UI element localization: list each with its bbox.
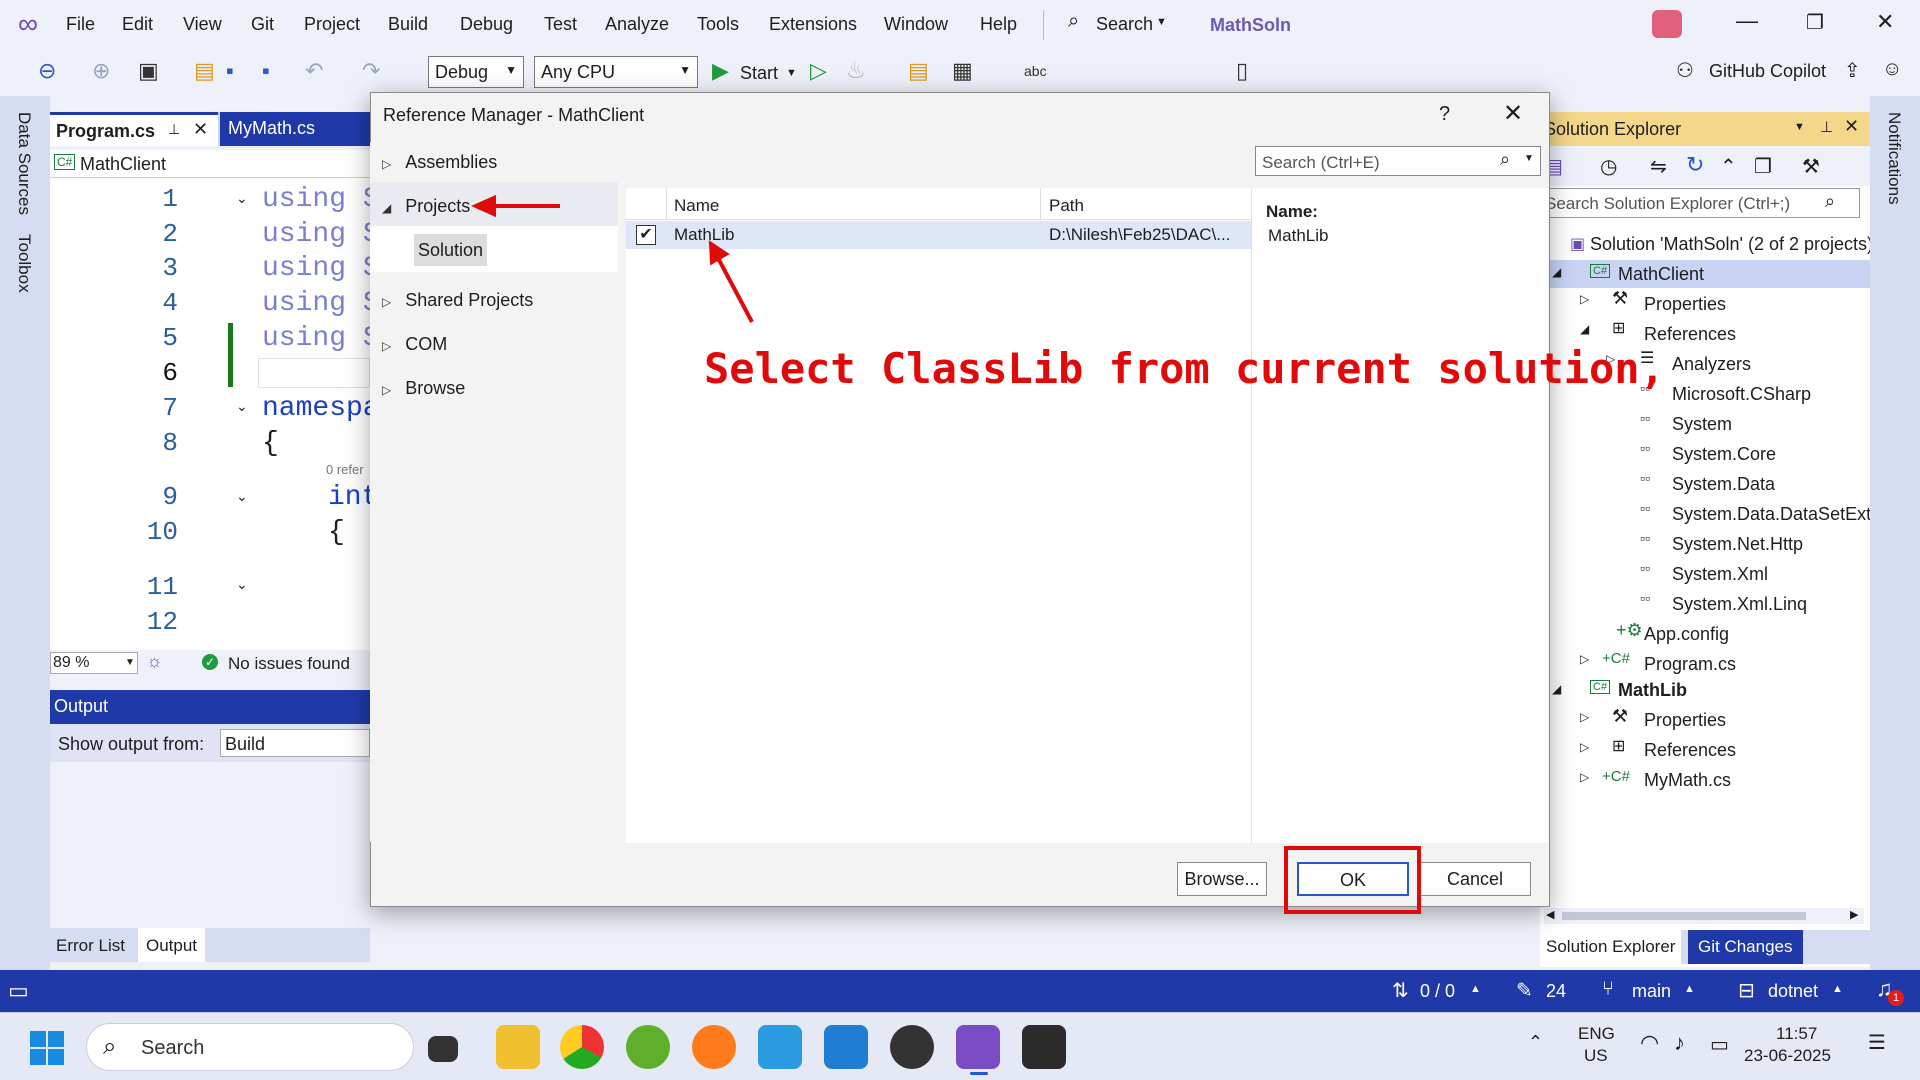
chrome-icon[interactable] <box>560 1025 604 1069</box>
file-explorer-icon[interactable] <box>496 1025 540 1069</box>
start-tile <box>30 1031 46 1047</box>
arrow-to-projects <box>471 194 560 218</box>
chevron-up-icon[interactable]: ▲ <box>1832 983 1843 995</box>
start-tile <box>30 1049 46 1065</box>
sync-arrows-icon: ⇅ <box>1392 980 1409 1002</box>
windows-start-icon[interactable] <box>30 1031 64 1065</box>
snipping-tool-icon[interactable] <box>890 1025 934 1069</box>
taskbar-search[interactable]: ⌕ Search <box>86 1023 414 1071</box>
pencil-icon: ✎ <box>1516 980 1533 1002</box>
volume-icon[interactable]: ♪ <box>1674 1030 1685 1056</box>
ok-button-highlight <box>1284 846 1421 914</box>
annotation-overlay <box>471 194 1421 914</box>
start-tile <box>48 1031 64 1047</box>
annotation-text: Select ClassLib from current solution, <box>704 344 1665 393</box>
start-tile <box>48 1049 64 1065</box>
pending-edits[interactable]: 24 <box>1546 981 1566 1002</box>
clock-date[interactable]: 23-06-2025 <box>1744 1046 1831 1066</box>
arrow-to-mathlib <box>708 240 754 323</box>
tray-overflow-icon[interactable]: ⌃ <box>1528 1032 1543 1053</box>
terminal-icon[interactable] <box>1022 1025 1066 1069</box>
search-icon: ⌕ <box>103 1033 117 1060</box>
repo-name[interactable]: dotnet <box>1768 981 1818 1002</box>
spring-tools-icon[interactable] <box>626 1025 670 1069</box>
language-line-2[interactable]: US <box>1584 1046 1608 1066</box>
taskbar-search-label: Search <box>141 1037 205 1059</box>
branch-icon: ⑂ <box>1602 978 1614 1000</box>
notification-center-icon[interactable]: ☰ <box>1868 1030 1886 1055</box>
repo-icon: ⊟ <box>1738 980 1755 1002</box>
battery-icon[interactable]: ▭ <box>1710 1032 1729 1057</box>
active-app-indicator <box>970 1072 988 1075</box>
magnifier-app-icon[interactable] <box>758 1025 802 1069</box>
chevron-up-icon[interactable]: ▲ <box>1684 983 1695 995</box>
sync-status[interactable]: 0 / 0 <box>1420 981 1455 1002</box>
task-view-icon[interactable] <box>428 1036 458 1062</box>
clock-time[interactable]: 11:57 <box>1776 1024 1817 1044</box>
wifi-icon[interactable]: ◠ <box>1640 1030 1659 1056</box>
chevron-up-icon[interactable]: ▲ <box>1470 983 1481 995</box>
vscode-icon[interactable] <box>824 1025 868 1069</box>
notification-badge: 1 <box>1888 990 1904 1006</box>
branch-name[interactable]: main <box>1632 981 1671 1002</box>
language-line-1[interactable]: ENG <box>1578 1024 1615 1044</box>
chat-icon[interactable]: ▭ <box>8 978 29 1004</box>
visual-studio-icon[interactable] <box>956 1025 1000 1069</box>
status-bar: ▭ ⇅ 0 / 0 ▲ ✎ 24 ⑂ main ▲ ⊟ dotnet ▲ ♫ 1 <box>0 970 1920 1012</box>
firefox-icon[interactable] <box>692 1025 736 1069</box>
